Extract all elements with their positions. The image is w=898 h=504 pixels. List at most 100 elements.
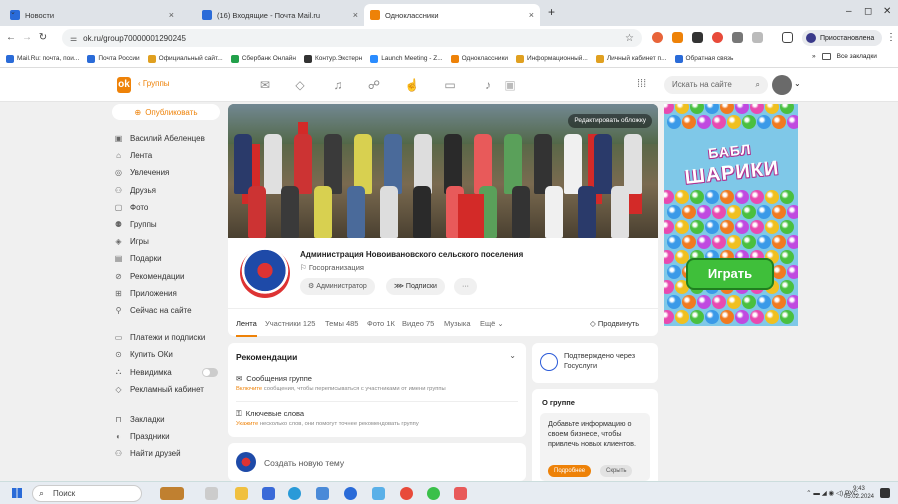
subscriptions-chip[interactable]: ⋙ Подписки [386, 278, 445, 295]
tab-odnoklassniki[interactable]: Одноклассники × [364, 4, 540, 26]
tab-list-icon[interactable]: ⌄ [10, 8, 16, 16]
windows-start-icon[interactable] [12, 488, 22, 498]
extension-icon[interactable] [732, 32, 743, 43]
other-bookmarks[interactable]: » Все закладки [812, 53, 877, 60]
bookmark-item[interactable]: Launch Meeting - Z... [370, 54, 443, 63]
reload-icon[interactable]: ↻ [34, 32, 52, 43]
bookmark-item[interactable]: Личный кабинет п... [595, 54, 667, 63]
whatsapp-icon[interactable] [427, 487, 440, 500]
store-icon[interactable] [262, 487, 275, 500]
publish-button[interactable]: ⊕ Опубликовать [112, 104, 220, 120]
site-search-input[interactable]: Искать на сайте ⌕ [664, 76, 768, 94]
sidebar-item[interactable]: ⊓ Закладки [112, 411, 224, 428]
games-icon[interactable]: ▣ [502, 77, 518, 93]
reco-keywords-title[interactable]: ⚿ Ключевые слова [236, 409, 304, 419]
maximize-icon[interactable]: ◻ [864, 6, 872, 17]
hide-button[interactable]: Скрыть [600, 465, 633, 477]
specify-link[interactable]: Укажите [236, 421, 258, 427]
file-explorer-icon[interactable] [235, 487, 248, 500]
bookmark-item[interactable]: Почта России [87, 54, 140, 63]
sidebar-item[interactable]: ▢ Фото [112, 199, 224, 216]
bookmark-item[interactable]: Сбербанк Онлайн [230, 54, 296, 63]
sidebar-item[interactable]: ▤ Подарки [112, 250, 224, 267]
discussions-icon[interactable]: ◇ [292, 77, 308, 93]
notifications-icon[interactable] [880, 488, 890, 498]
sidebar-item[interactable]: ⚇ Найти друзей [112, 445, 224, 462]
extensions-puzzle-icon[interactable] [752, 32, 763, 43]
user-avatar[interactable] [772, 75, 792, 95]
tab-mail[interactable]: (16) Входящие - Почта Mail.ru × [196, 4, 364, 26]
guests-icon[interactable]: ☍ [366, 77, 382, 93]
more-bookmarks-icon[interactable]: » [812, 53, 816, 60]
tab-photos[interactable]: Фото 1К [367, 319, 395, 328]
extension-icon[interactable] [692, 32, 703, 43]
game-ad-banner[interactable]: БАБЛ ШАРИКИ Играть [664, 104, 798, 326]
ok-logo[interactable]: ok [117, 77, 131, 93]
more-actions-button[interactable]: ··· [454, 278, 477, 295]
notifications-icon[interactable]: ♫ [330, 77, 346, 93]
bookmark-item[interactable]: Контур.Экстерн [303, 54, 362, 63]
reco-messages-title[interactable]: ✉ Сообщения группе [236, 374, 312, 383]
sidebar-item[interactable]: ◇ Рекламный кабинет [112, 381, 224, 398]
video-icon[interactable]: ▭ [442, 77, 458, 93]
site-info-icon[interactable]: ⚌ [70, 34, 77, 43]
minimize-icon[interactable]: – [846, 6, 852, 17]
edge-icon[interactable] [288, 487, 301, 500]
extension-icon[interactable] [712, 32, 723, 43]
apps-grid-icon[interactable]: ⁞⁞⁞ [637, 78, 646, 90]
close-icon[interactable]: × [353, 10, 358, 20]
close-icon[interactable]: × [169, 10, 174, 20]
tab-topics[interactable]: Темы 485 [325, 319, 358, 328]
enable-link[interactable]: Включите [236, 386, 262, 392]
window-close-icon[interactable]: ✕ [883, 6, 891, 17]
chevron-down-icon[interactable]: ⌄ [794, 79, 801, 88]
sidebar-item[interactable]: ⚉ Группы [112, 216, 224, 233]
browser-menu-icon[interactable]: ⋮ [886, 32, 896, 43]
admin-chip[interactable]: ⚙ Администратор [300, 278, 375, 295]
sidebar-item[interactable]: ⚲ Сейчас на сайте [112, 302, 224, 319]
music-icon[interactable]: ♪ [480, 77, 496, 93]
bookmark-item[interactable]: Mail.Ru: почта, пои... [6, 54, 79, 63]
url-field[interactable]: ⚌ ok.ru/group70000001290245 ☆ [62, 29, 642, 47]
sidebar-item[interactable]: ◎ Увлечения [112, 164, 224, 181]
sidebar-item[interactable]: ⛬ Невидимка [112, 363, 224, 380]
sidebar-item[interactable]: ⊙ Купить ОКи [112, 346, 224, 363]
bookmark-item[interactable]: Одноклассники [450, 54, 508, 63]
bookmark-item[interactable]: Информационный... [516, 54, 588, 63]
sidebar-item[interactable]: ⚇ Друзья [112, 182, 224, 199]
extension-icon[interactable] [672, 32, 683, 43]
tab-music[interactable]: Музыка [444, 319, 471, 328]
sidebar-icon[interactable] [782, 32, 793, 43]
sidebar-item[interactable]: ▭ Платежи и подписки [112, 329, 224, 346]
more-details-button[interactable]: Подробнее [548, 465, 592, 477]
profile-suspended-button[interactable]: Приостановлена [802, 30, 883, 46]
chevron-down-icon[interactable]: ⌄ [509, 351, 516, 360]
app-icon[interactable] [372, 487, 385, 500]
yandex-icon[interactable] [344, 487, 357, 500]
app-icon[interactable] [454, 487, 467, 500]
task-view-icon[interactable] [205, 487, 218, 500]
taskbar-search[interactable]: ⌕ Поиск [32, 485, 142, 502]
app-icon[interactable] [316, 487, 329, 500]
sidebar-item[interactable]: ⊘ Рекомендации [112, 268, 224, 285]
tab-news[interactable]: Новости × [4, 4, 180, 26]
sidebar-item[interactable]: ◐ Праздники [112, 428, 224, 445]
sidebar-item[interactable]: ⌂ Лента [112, 147, 224, 164]
tab-feed[interactable]: Лента [236, 319, 257, 337]
messages-icon[interactable]: ✉ [257, 77, 273, 93]
likes-icon[interactable]: ☝ [404, 77, 420, 93]
clock[interactable]: 9:43 05.02.2024 [844, 485, 874, 501]
invisible-toggle[interactable] [202, 367, 218, 377]
bookmark-star-icon[interactable]: ☆ [625, 33, 634, 44]
tab-videos[interactable]: Видео 75 [402, 319, 434, 328]
bookmark-item[interactable]: Официальный сайт... [147, 54, 223, 63]
extension-icon[interactable] [652, 32, 663, 43]
create-topic-card[interactable]: Создать новую тему [228, 443, 526, 481]
chrome-icon[interactable] [400, 487, 413, 500]
bookmark-item[interactable]: Обратная связь [674, 54, 733, 63]
tab-members[interactable]: Участники 125 [265, 319, 315, 328]
search-icon[interactable]: ⌕ [756, 76, 760, 94]
groups-back-link[interactable]: ‹ Группы [138, 79, 170, 88]
edit-cover-button[interactable]: Редактировать обложку [568, 114, 652, 128]
promote-button[interactable]: ◇ Продвинуть [590, 319, 639, 328]
